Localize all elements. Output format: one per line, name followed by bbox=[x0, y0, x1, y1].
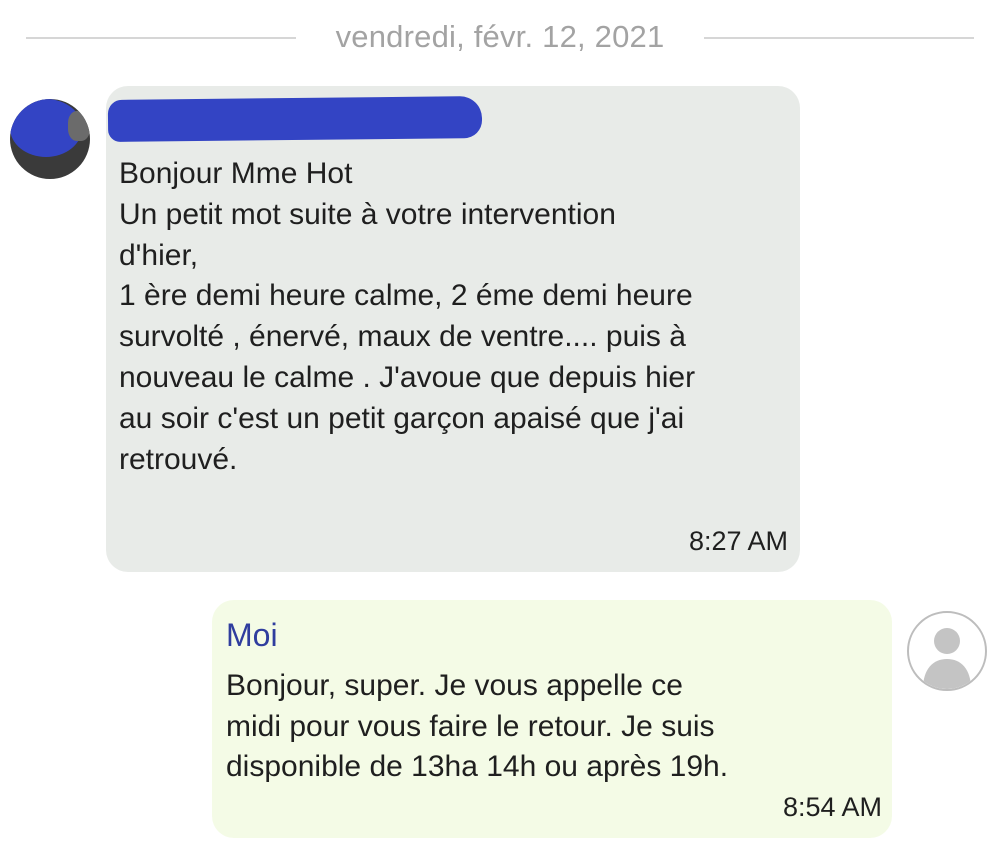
outgoing-message-text: Bonjour, super. Je vous appelle ce midi … bbox=[226, 669, 729, 783]
date-separator: vendredi, févr. 12, 2021 bbox=[0, 0, 1000, 80]
outgoing-message-time: 8:54 AM bbox=[782, 792, 882, 822]
person-silhouette-icon bbox=[923, 628, 971, 689]
incoming-message-time: 8:27 AM bbox=[688, 526, 788, 556]
outgoing-sender-name: Moi bbox=[226, 617, 278, 653]
date-label: vendredi, févr. 12, 2021 bbox=[335, 19, 665, 54]
redacted-sender-name bbox=[107, 96, 483, 142]
divider-line-right bbox=[704, 37, 974, 39]
incoming-message-text: Bonjour Mme Hot Un petit mot suite à vot… bbox=[119, 157, 696, 476]
divider-line-left bbox=[26, 37, 296, 39]
default-person-icon[interactable] bbox=[907, 611, 987, 691]
contact-avatar[interactable] bbox=[10, 99, 90, 179]
